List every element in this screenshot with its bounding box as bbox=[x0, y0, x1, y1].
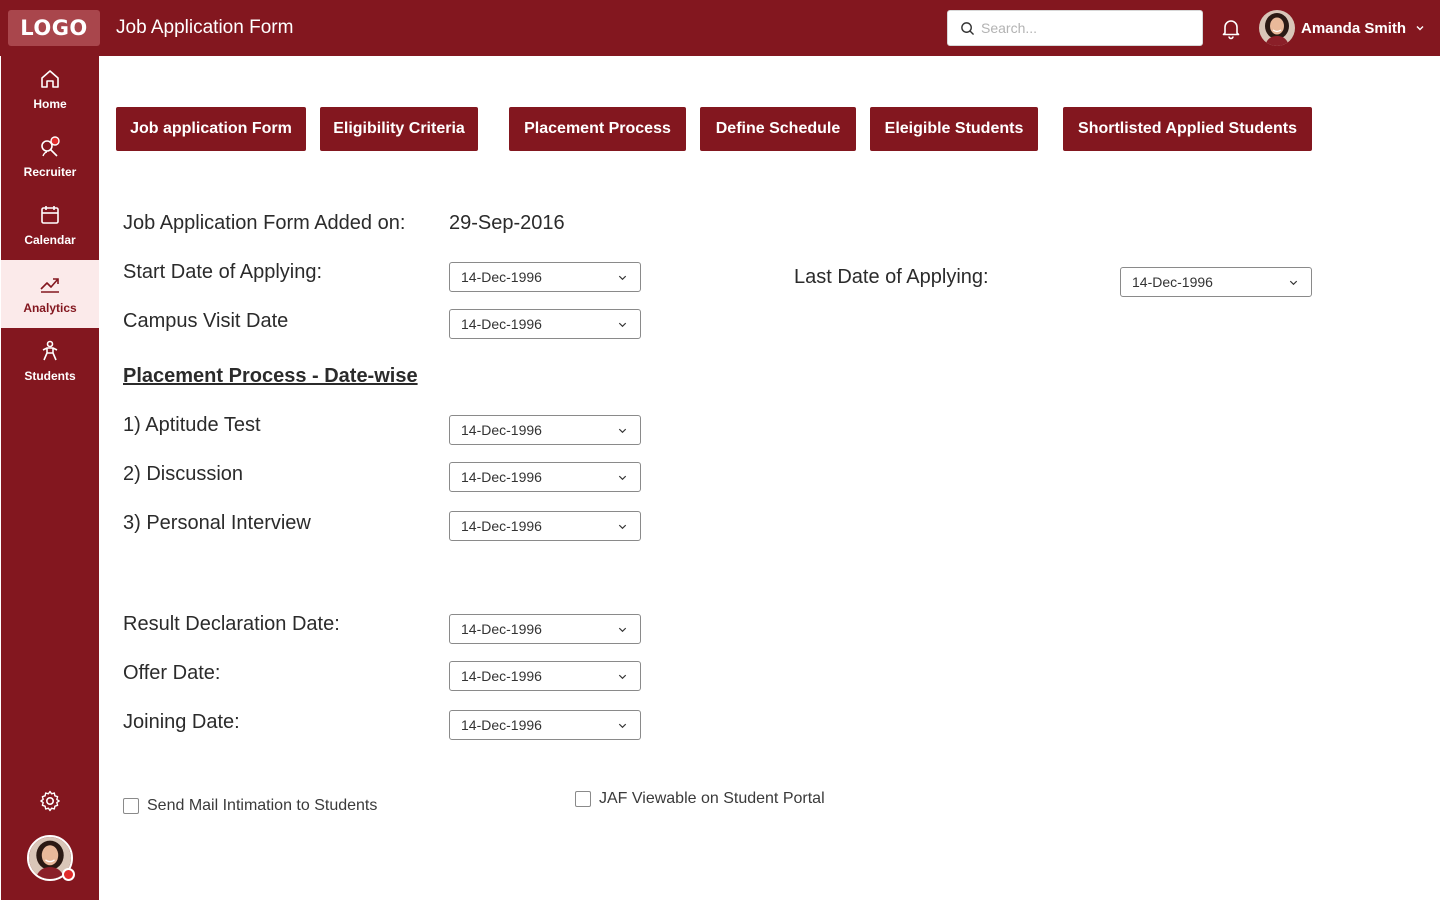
sidebar-item-home[interactable]: Home bbox=[1, 56, 99, 124]
status-indicator bbox=[62, 868, 75, 881]
start-date-select[interactable]: 14-Dec-1996 bbox=[449, 262, 641, 292]
user-menu[interactable]: Amanda Smith bbox=[1259, 10, 1426, 46]
added-on-value: 29-Sep-2016 bbox=[449, 212, 565, 234]
step-label: 1) Aptitude Test bbox=[123, 414, 261, 436]
tab-shortlisted-applied-students[interactable]: Shortlisted Applied Students bbox=[1063, 107, 1312, 151]
step-label: 3) Personal Interview bbox=[123, 512, 311, 534]
recruiter-icon bbox=[41, 136, 60, 157]
joining-date-select[interactable]: 14-Dec-1996 bbox=[449, 710, 641, 740]
aptitude-test-select[interactable]: 14-Dec-1996 bbox=[449, 415, 641, 445]
sidebar: Home Recruiter Calendar Analytics Studen… bbox=[1, 56, 99, 900]
jaf-viewable-label: JAF Viewable on Student Portal bbox=[599, 790, 825, 807]
profile-avatar[interactable] bbox=[27, 835, 75, 881]
sidebar-item-label: Students bbox=[24, 369, 76, 383]
logo[interactable]: LOGO bbox=[8, 10, 100, 46]
start-date-label: Start Date of Applying: bbox=[123, 261, 323, 283]
send-mail-checkbox[interactable]: Send Mail Intimation to Students bbox=[123, 797, 377, 815]
sidebar-item-label: Recruiter bbox=[23, 165, 77, 179]
jaf-viewable-checkbox[interactable]: JAF Viewable on Student Portal bbox=[575, 790, 825, 808]
campus-visit-select[interactable]: 14-Dec-1996 bbox=[449, 309, 641, 339]
start-date-value: 14-Dec-1996 bbox=[461, 269, 542, 285]
step-value: 14-Dec-1996 bbox=[461, 518, 542, 534]
step-label: 2) Discussion bbox=[123, 463, 244, 485]
calendar-icon bbox=[41, 206, 59, 224]
search-input[interactable] bbox=[981, 20, 1191, 36]
checkbox-box[interactable] bbox=[123, 798, 139, 814]
chevron-down-icon bbox=[618, 674, 627, 680]
sidebar-item-students[interactable]: Students bbox=[1, 328, 99, 396]
tab-define-schedule[interactable]: Define Schedule bbox=[700, 107, 856, 151]
offer-date-select[interactable]: 14-Dec-1996 bbox=[449, 661, 641, 691]
added-on-label: Job Application Form Added on: bbox=[123, 212, 406, 234]
checkbox-box[interactable] bbox=[575, 791, 591, 807]
chevron-down-icon bbox=[618, 428, 627, 434]
result-date-label: Result Declaration Date: bbox=[123, 613, 340, 635]
sidebar-item-calendar[interactable]: Calendar bbox=[1, 192, 99, 260]
chevron-down-icon bbox=[1416, 26, 1424, 31]
search-icon bbox=[961, 21, 974, 35]
sidebar-item-label: Home bbox=[33, 97, 67, 111]
analytics-icon bbox=[40, 278, 59, 293]
step-value: 14-Dec-1996 bbox=[461, 422, 542, 438]
joining-date-value: 14-Dec-1996 bbox=[461, 717, 542, 733]
avatar bbox=[1259, 10, 1295, 46]
joining-date-label: Joining Date: bbox=[123, 711, 240, 733]
offer-date-label: Offer Date: bbox=[123, 662, 221, 684]
last-date-label: Last Date of Applying: bbox=[794, 266, 989, 288]
top-bar: LOGO Job Application Form Amanda Smith bbox=[0, 0, 1440, 56]
sidebar-item-label: Calendar bbox=[24, 233, 76, 247]
personal-interview-select[interactable]: 14-Dec-1996 bbox=[449, 511, 641, 541]
chevron-down-icon bbox=[1289, 280, 1298, 286]
campus-visit-value: 14-Dec-1996 bbox=[461, 316, 542, 332]
user-name: Amanda Smith bbox=[1301, 19, 1407, 37]
sidebar-item-analytics[interactable]: Analytics bbox=[1, 260, 99, 328]
last-date-value: 14-Dec-1996 bbox=[1132, 274, 1213, 290]
tab-eligibility-criteria[interactable]: Eligibility Criteria bbox=[320, 107, 478, 151]
result-date-select[interactable]: 14-Dec-1996 bbox=[449, 614, 641, 644]
tab-eligible-students[interactable]: Eleigible Students bbox=[870, 107, 1038, 151]
chevron-down-icon bbox=[618, 275, 627, 281]
sidebar-item-label: Analytics bbox=[23, 301, 77, 315]
chevron-down-icon bbox=[618, 524, 627, 530]
result-date-value: 14-Dec-1996 bbox=[461, 621, 542, 637]
tab-placement-process[interactable]: Placement Process bbox=[509, 107, 686, 151]
discussion-select[interactable]: 14-Dec-1996 bbox=[449, 462, 641, 492]
last-date-select[interactable]: 14-Dec-1996 bbox=[1120, 267, 1312, 297]
chevron-down-icon bbox=[618, 475, 627, 481]
page-title: Job Application Form bbox=[116, 17, 294, 38]
send-mail-label: Send Mail Intimation to Students bbox=[147, 797, 378, 814]
chevron-down-icon bbox=[618, 627, 627, 633]
gear-icon[interactable] bbox=[38, 789, 62, 813]
notification-bell-icon[interactable] bbox=[1219, 16, 1243, 40]
students-icon bbox=[42, 340, 58, 361]
home-icon bbox=[41, 70, 59, 88]
tab-job-application-form[interactable]: Job application Form bbox=[116, 107, 306, 151]
section-title: Placement Process - Date-wise bbox=[123, 365, 418, 387]
campus-visit-label: Campus Visit Date bbox=[123, 310, 289, 332]
search-box[interactable] bbox=[947, 10, 1203, 46]
chevron-down-icon bbox=[618, 723, 627, 729]
chevron-down-icon bbox=[618, 322, 627, 328]
sidebar-item-recruiter[interactable]: Recruiter bbox=[1, 124, 99, 192]
step-value: 14-Dec-1996 bbox=[461, 469, 542, 485]
offer-date-value: 14-Dec-1996 bbox=[461, 668, 542, 684]
